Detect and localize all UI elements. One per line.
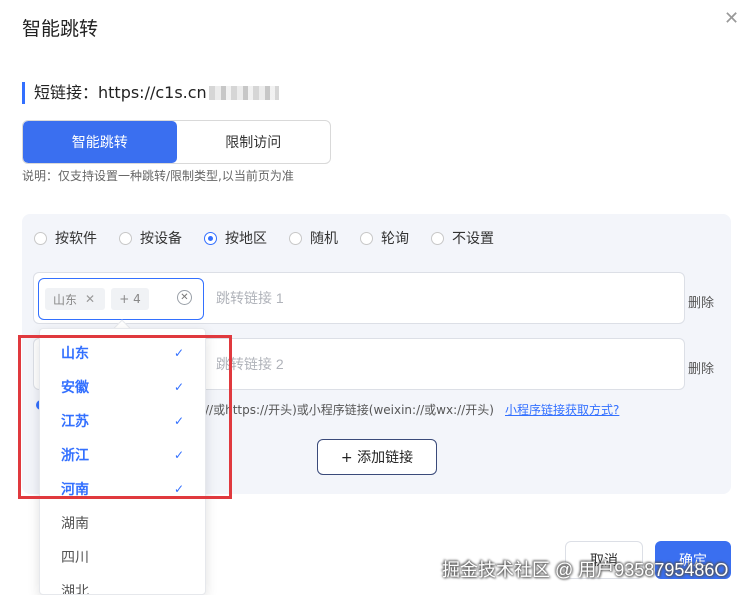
region-option-label: 四川 bbox=[61, 550, 89, 566]
cancel-button[interactable]: 取消 bbox=[565, 541, 643, 579]
jump-type-tabs: 智能跳转 限制访问 bbox=[22, 120, 331, 164]
region-option[interactable]: 浙江 ✓ bbox=[40, 438, 205, 472]
radio-round-robin[interactable]: 轮询 bbox=[360, 228, 409, 248]
tab-smart-jump[interactable]: 智能跳转 bbox=[23, 121, 177, 163]
mode-radio-group: 按软件 按设备 按地区 随机 轮询 不设置 bbox=[34, 228, 516, 248]
region-option[interactable]: 山东 ✓ bbox=[40, 336, 205, 370]
region-option[interactable]: 湖南 bbox=[40, 506, 205, 540]
delete-rule-1-button[interactable]: 删除 bbox=[688, 292, 714, 311]
smart-jump-dialog: 智能跳转 ✕ 短链接：https://c1s.cn 智能跳转 限制访问 说明：仅… bbox=[0, 0, 751, 595]
region-option-label: 浙江 bbox=[61, 448, 89, 464]
radio-label: 轮询 bbox=[381, 231, 409, 247]
clear-icon[interactable]: ✕ bbox=[177, 290, 192, 305]
radio-label: 不设置 bbox=[452, 231, 494, 247]
radio-label: 随机 bbox=[310, 231, 338, 247]
radio-by-region[interactable]: 按地区 bbox=[204, 228, 267, 248]
region-option[interactable]: 江苏 ✓ bbox=[40, 404, 205, 438]
region-option-label: 河南 bbox=[61, 482, 89, 498]
region-tag-label: 山东 bbox=[53, 292, 78, 307]
radio-circle-icon bbox=[119, 231, 132, 245]
close-icon[interactable]: ✕ bbox=[724, 10, 739, 28]
radio-by-software[interactable]: 按软件 bbox=[34, 228, 97, 248]
region-tag: 山东 ✕ bbox=[45, 288, 105, 310]
radio-checked-icon bbox=[204, 231, 217, 245]
region-option[interactable]: 安徽 ✓ bbox=[40, 370, 205, 404]
check-icon: ✓ bbox=[174, 346, 185, 360]
region-option-label: 山东 bbox=[61, 346, 89, 362]
check-icon: ✓ bbox=[174, 380, 185, 394]
region-option-label: 江苏 bbox=[61, 414, 89, 430]
link-format-hint: //或https://开头)或小程序链接(weixin://或wx://开头) bbox=[205, 403, 494, 417]
radio-by-device[interactable]: 按设备 bbox=[119, 228, 182, 248]
short-link-text: 短链接：https://c1s.cn bbox=[34, 83, 207, 102]
region-option-label: 湖南 bbox=[61, 516, 89, 532]
region-option[interactable]: 四川 bbox=[40, 540, 205, 574]
redacted-link-blur bbox=[208, 86, 279, 100]
radio-random[interactable]: 随机 bbox=[289, 228, 338, 248]
radio-circle-icon bbox=[289, 231, 302, 245]
more-tags-count: + 4 bbox=[111, 288, 149, 310]
region-option-label: 安徽 bbox=[61, 380, 89, 396]
radio-circle-icon bbox=[431, 231, 444, 245]
short-link-label: 短链接：https://c1s.cn bbox=[22, 82, 279, 104]
radio-circle-icon bbox=[360, 231, 373, 245]
region-option[interactable]: 河南 ✓ bbox=[40, 472, 205, 506]
check-icon: ✓ bbox=[174, 482, 185, 496]
mini-program-help-link[interactable]: 小程序链接获取方式? bbox=[505, 401, 619, 418]
jump-link-input-2[interactable] bbox=[216, 339, 676, 389]
region-dropdown: 山东 ✓ 安徽 ✓ 江苏 ✓ 浙江 ✓ 河南 ✓ 湖南 四川 湖北 bbox=[39, 328, 206, 595]
tab-restrict-access[interactable]: 限制访问 bbox=[177, 121, 331, 163]
radio-label: 按设备 bbox=[140, 231, 182, 247]
tag-close-icon[interactable]: ✕ bbox=[85, 292, 95, 306]
note-text: 说明：仅支持设置一种跳转/限制类型,以当前页为准 bbox=[22, 169, 294, 183]
jump-link-input-1[interactable] bbox=[216, 273, 676, 323]
radio-label: 按地区 bbox=[225, 231, 267, 247]
check-icon: ✓ bbox=[174, 414, 185, 428]
dialog-title: 智能跳转 bbox=[22, 18, 99, 40]
region-option[interactable]: 湖北 bbox=[40, 574, 205, 595]
add-link-button[interactable]: + 添加链接 bbox=[317, 439, 437, 475]
check-icon: ✓ bbox=[174, 448, 185, 462]
radio-circle-icon bbox=[34, 231, 47, 245]
radio-none[interactable]: 不设置 bbox=[431, 228, 494, 248]
delete-rule-2-button[interactable]: 删除 bbox=[688, 358, 714, 377]
region-multi-select[interactable]: 山东 ✕ + 4 ✕ bbox=[38, 278, 204, 320]
radio-label: 按软件 bbox=[55, 231, 97, 247]
region-option-label: 湖北 bbox=[61, 584, 89, 595]
confirm-button[interactable]: 确定 bbox=[655, 541, 731, 579]
